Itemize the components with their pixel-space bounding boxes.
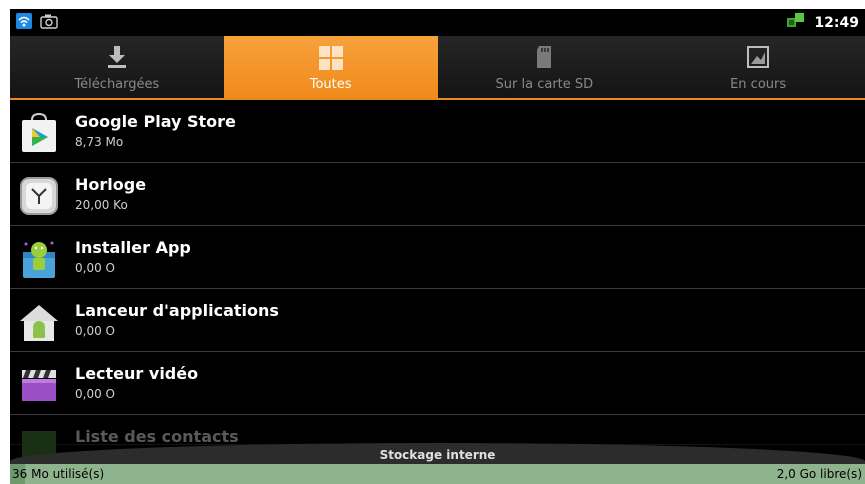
app-name: Horloge xyxy=(75,175,147,194)
tab-sd-card[interactable]: Sur la carte SD xyxy=(438,36,652,98)
sd-card-icon xyxy=(533,44,555,74)
running-app-icon xyxy=(745,44,771,74)
app-size: 8,73 Mo xyxy=(75,135,124,149)
clock-app-icon xyxy=(18,175,60,217)
list-item[interactable]: Lecteur vidéo 0,00 O xyxy=(10,352,865,415)
tab-label: En cours xyxy=(730,77,787,92)
storage-usage-bar: 36 Mo utilisé(s) 2,0 Go libre(s) xyxy=(10,464,865,484)
download-icon xyxy=(104,44,130,74)
tab-bar: Téléchargées Toutes Sur la carte SD En c… xyxy=(10,36,865,100)
app-name: Google Play Store xyxy=(75,112,236,131)
list-item[interactable]: Lanceur d'applications 0,00 O xyxy=(10,289,865,352)
storage-title: Stockage interne xyxy=(379,448,496,462)
installer-app-icon xyxy=(18,238,60,280)
tab-label: Sur la carte SD xyxy=(495,77,594,92)
list-item[interactable]: Installer App 0,00 O xyxy=(10,226,865,289)
tab-all[interactable]: Toutes xyxy=(223,36,438,98)
camera-icon xyxy=(40,13,58,33)
tab-running[interactable]: En cours xyxy=(651,36,865,98)
app-name: Installer App xyxy=(75,238,191,257)
app-list: Google Play Store 8,73 Mo Horloge 20,00 … xyxy=(10,100,865,465)
app-name: Lecteur vidéo xyxy=(75,364,199,383)
app-size: 0,00 O xyxy=(75,324,115,338)
tab-downloaded[interactable]: Téléchargées xyxy=(10,36,224,98)
play-store-icon xyxy=(18,112,60,154)
list-item[interactable]: Google Play Store 8,73 Mo xyxy=(10,100,865,163)
grid-icon xyxy=(317,44,345,76)
list-item[interactable]: Horloge 20,00 Ko xyxy=(10,163,865,226)
wifi-icon xyxy=(16,13,32,33)
android-screen: 12:49 Téléchargées Toutes Sur la carte S… xyxy=(10,9,865,484)
app-name: Lanceur d'applications xyxy=(75,301,279,320)
status-bar: 12:49 xyxy=(10,9,865,36)
app-size: 20,00 Ko xyxy=(75,198,128,212)
app-size: 0,00 O xyxy=(75,387,115,401)
app-size: 0,00 O xyxy=(75,261,115,275)
storage-used-label: 36 Mo utilisé(s) xyxy=(12,467,105,481)
video-player-icon xyxy=(18,364,60,406)
launcher-app-icon xyxy=(18,301,60,343)
sync-icon xyxy=(786,12,806,34)
tab-label: Téléchargées xyxy=(74,77,160,92)
tab-label: Toutes xyxy=(309,77,352,92)
storage-panel: Stockage interne 36 Mo utilisé(s) 2,0 Go… xyxy=(10,429,865,484)
clock-time: 12:49 xyxy=(814,15,859,31)
storage-free-label: 2,0 Go libre(s) xyxy=(776,467,862,481)
